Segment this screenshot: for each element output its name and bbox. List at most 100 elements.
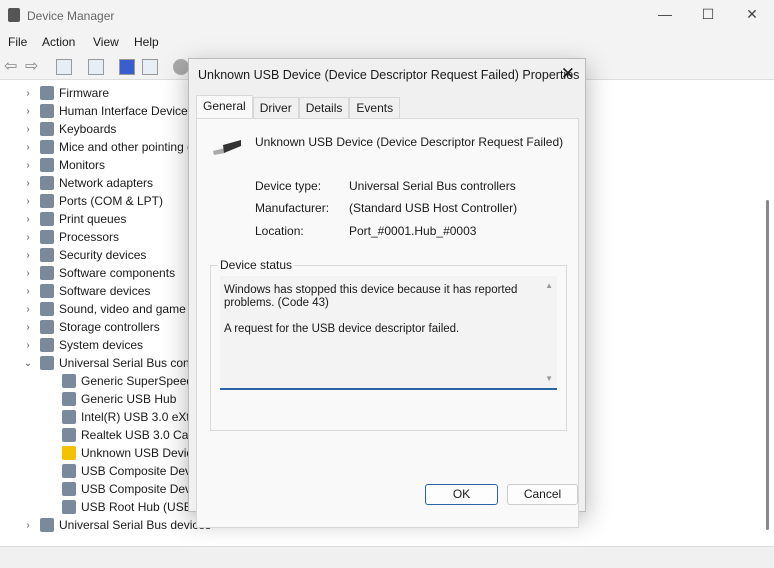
tree-item[interactable]: USB Composite Device xyxy=(62,462,206,480)
device-icon xyxy=(62,428,76,442)
device-icon xyxy=(40,230,54,244)
status-bar xyxy=(0,546,774,568)
menu-action[interactable]: Action xyxy=(42,35,75,49)
tree-item-label: Keyboards xyxy=(59,122,117,136)
tree-item-label: Generic USB Hub xyxy=(81,392,177,406)
device-icon xyxy=(62,410,76,424)
device-icon xyxy=(40,284,54,298)
tree-item[interactable]: › Print queues xyxy=(22,210,126,228)
forward-icon[interactable]: ⇨ xyxy=(25,56,41,75)
tree-item[interactable]: › Network adapters xyxy=(22,174,153,192)
tree-item[interactable]: › Software devices xyxy=(22,282,150,300)
tree-item[interactable]: › Firmware xyxy=(22,84,109,102)
chevron-right-icon[interactable]: › xyxy=(22,304,34,315)
device-status-group: Device status Windows has stopped this d… xyxy=(210,258,567,431)
tree-item-label: Software components xyxy=(59,266,176,280)
tree-item-label: Storage controllers xyxy=(59,320,160,334)
status-line-2: A request for the USB device descriptor … xyxy=(224,323,460,335)
device-icon xyxy=(62,392,76,406)
device-name: Unknown USB Device (Device Descriptor Re… xyxy=(255,135,564,149)
menu-help[interactable]: Help xyxy=(134,35,159,49)
chevron-down-icon[interactable]: ⌄ xyxy=(22,358,34,369)
tab-details[interactable]: Details xyxy=(298,97,350,118)
scroll-down-icon[interactable]: ▼ xyxy=(545,372,553,385)
show-action-pane-icon[interactable] xyxy=(142,59,158,75)
tree-item[interactable]: › Ports (COM & LPT) xyxy=(22,192,163,210)
device-icon xyxy=(40,212,54,226)
warning-device-icon xyxy=(62,446,76,460)
location-label: Location: xyxy=(255,224,304,238)
chevron-right-icon[interactable]: › xyxy=(22,322,34,333)
scan-hardware-icon[interactable] xyxy=(173,59,189,75)
back-icon[interactable]: ⇦ xyxy=(4,56,20,75)
dialog-close-button[interactable]: ✕ xyxy=(561,64,575,84)
chevron-right-icon[interactable]: › xyxy=(22,250,34,261)
maximize-button[interactable]: ☐ xyxy=(693,6,723,23)
device-icon xyxy=(40,518,54,532)
tree-item-label: Human Interface Devices xyxy=(59,104,194,118)
chevron-right-icon[interactable]: › xyxy=(22,88,34,99)
device-type-value: Universal Serial Bus controllers xyxy=(349,179,516,193)
tree-item-label: System devices xyxy=(59,338,144,352)
tree-item[interactable]: › Security devices xyxy=(22,246,146,264)
tree-item[interactable]: › Monitors xyxy=(22,156,105,174)
chevron-right-icon[interactable]: › xyxy=(22,268,34,279)
tree-item[interactable]: › Software components xyxy=(22,264,175,282)
chevron-right-icon[interactable]: › xyxy=(22,286,34,297)
tab-general[interactable]: General xyxy=(196,95,253,118)
device-icon xyxy=(40,356,54,370)
minimize-button[interactable]: — xyxy=(650,6,680,22)
ok-button[interactable]: OK xyxy=(425,484,498,505)
help-icon[interactable] xyxy=(119,59,135,75)
close-button[interactable]: ✕ xyxy=(737,6,767,23)
properties-icon[interactable] xyxy=(88,59,104,75)
device-icon xyxy=(40,176,54,190)
manufacturer-label: Manufacturer: xyxy=(255,201,330,215)
dialog-title: Unknown USB Device (Device Descriptor Re… xyxy=(198,68,580,82)
tree-item[interactable]: › Storage controllers xyxy=(22,318,160,336)
tree-item-label: Security devices xyxy=(59,248,147,262)
chevron-right-icon[interactable]: › xyxy=(22,142,34,153)
tree-item-label: Universal Serial Bus devices xyxy=(59,518,212,532)
chevron-right-icon[interactable]: › xyxy=(22,520,34,531)
device-manager-icon xyxy=(8,8,20,22)
cancel-button[interactable]: Cancel xyxy=(507,484,578,505)
general-panel: Unknown USB Device (Device Descriptor Re… xyxy=(196,118,579,528)
chevron-right-icon[interactable]: › xyxy=(22,196,34,207)
tree-item-label: Network adapters xyxy=(59,176,154,190)
chevron-right-icon[interactable]: › xyxy=(22,340,34,351)
tab-events[interactable]: Events xyxy=(349,97,401,118)
properties-dialog: Unknown USB Device (Device Descriptor Re… xyxy=(188,58,586,528)
tree-item[interactable]: Generic USB Hub xyxy=(62,390,176,408)
device-icon xyxy=(62,464,76,478)
menu-file[interactable]: File xyxy=(8,35,27,49)
tab-driver[interactable]: Driver xyxy=(252,97,299,118)
tree-item[interactable]: › Human Interface Devices xyxy=(22,102,194,120)
show-hide-console-tree-icon[interactable] xyxy=(56,59,72,75)
tree-item[interactable]: › Universal Serial Bus devices xyxy=(22,516,211,534)
chevron-right-icon[interactable]: › xyxy=(22,178,34,189)
device-icon xyxy=(62,500,76,514)
device-icon xyxy=(40,158,54,172)
tree-item-label: Print queues xyxy=(59,212,127,226)
chevron-right-icon[interactable]: › xyxy=(22,124,34,135)
menu-bar: File Action View Help xyxy=(0,32,774,54)
chevron-right-icon[interactable]: › xyxy=(22,106,34,117)
device-type-label: Device type: xyxy=(255,179,322,193)
vertical-scrollbar[interactable] xyxy=(766,200,769,530)
tree-item[interactable]: USB Composite Device xyxy=(62,480,206,498)
device-status-textarea[interactable]: Windows has stopped this device because … xyxy=(220,276,557,390)
device-icon xyxy=(62,374,76,388)
tree-item-label: Ports (COM & LPT) xyxy=(59,194,164,208)
tree-item-label: Monitors xyxy=(59,158,106,172)
tree-item[interactable]: › Keyboards xyxy=(22,120,116,138)
tree-item[interactable]: › System devices xyxy=(22,336,143,354)
device-icon xyxy=(40,194,54,208)
chevron-right-icon[interactable]: › xyxy=(22,160,34,171)
tree-item[interactable]: › Processors xyxy=(22,228,119,246)
menu-view[interactable]: View xyxy=(93,35,119,49)
chevron-right-icon[interactable]: › xyxy=(22,214,34,225)
chevron-right-icon[interactable]: › xyxy=(22,232,34,243)
scroll-up-icon[interactable]: ▲ xyxy=(545,279,553,292)
device-icon xyxy=(40,302,54,316)
